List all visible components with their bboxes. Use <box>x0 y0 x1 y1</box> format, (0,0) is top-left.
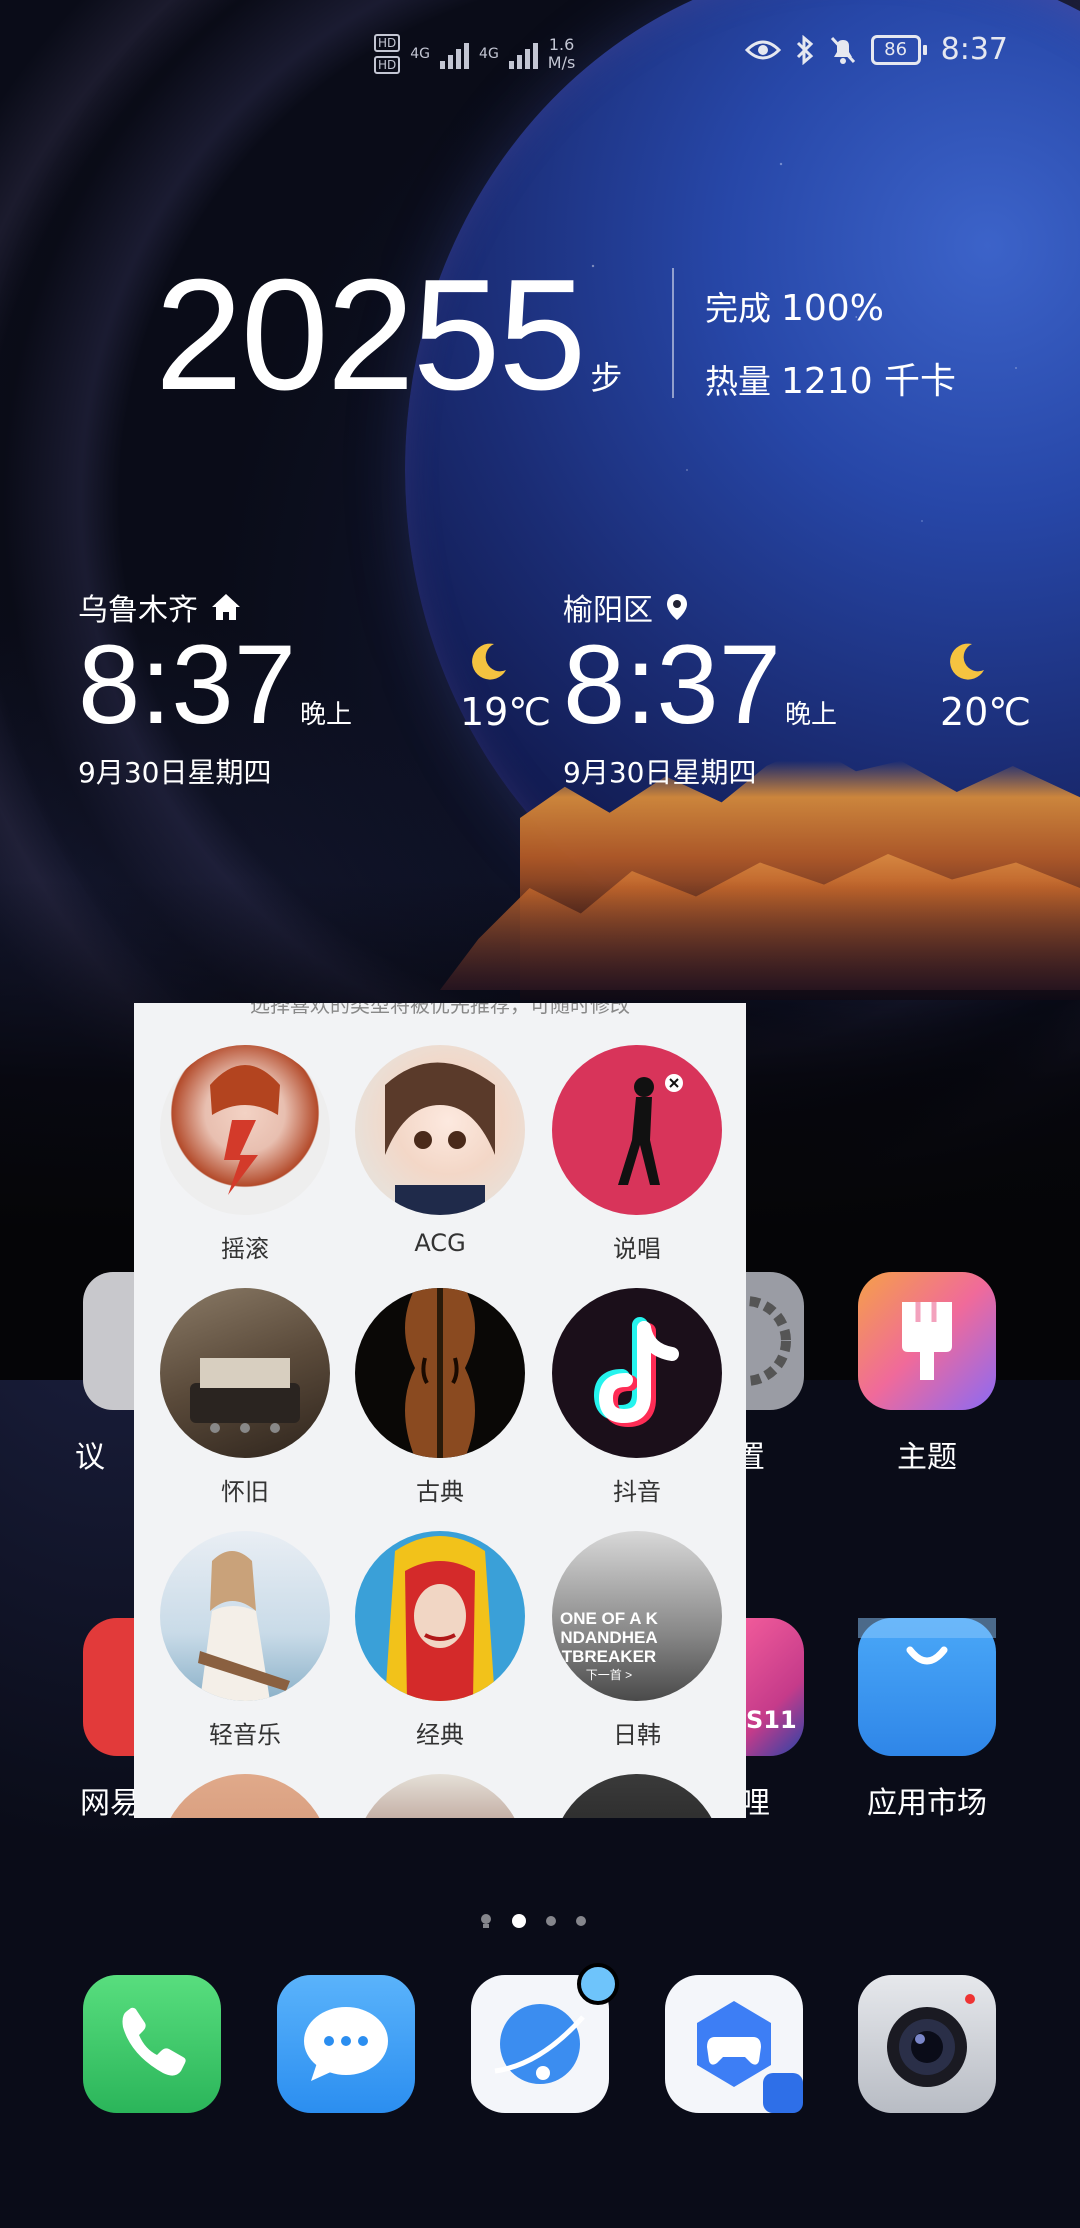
steps-unit: 步 <box>590 360 623 396</box>
genre-label: 轻音乐 <box>209 1721 281 1749</box>
app-market-label: 应用市场 <box>867 1786 987 1821</box>
hd-badge-2: HD <box>374 56 401 74</box>
theme-label: 主题 <box>897 1440 957 1475</box>
network-type-1: 4G <box>410 46 431 62</box>
clock-time: 8:37 <box>563 622 781 747</box>
genre-classical[interactable]: 古典 <box>355 1288 525 1507</box>
genre-label: 说唱 <box>613 1235 661 1263</box>
genre-classical-image <box>355 1288 525 1458</box>
bilibili-icon[interactable]: S11 <box>746 1618 804 1756</box>
clock-temperature: 20℃ <box>940 690 1032 734</box>
health-calories: 热量 1210 千卡 <box>705 352 956 404</box>
health-complete: 完成 100% <box>705 282 884 330</box>
genre-classic[interactable]: 经典 <box>355 1531 525 1750</box>
clock-temperature: 19℃ <box>460 690 552 734</box>
steps-widget[interactable]: 20255 步 <box>155 255 622 415</box>
status-indicators: 86 8:37 <box>744 32 1008 67</box>
genre-nostalgia-image <box>160 1288 330 1458</box>
complete-value: 100% <box>781 288 884 329</box>
clock-widget-local[interactable]: 榆阳区 8:37 晚上 9月30日星期四 <box>563 585 993 791</box>
health-divider <box>672 268 674 398</box>
douyin-icon <box>552 1288 722 1458</box>
signal-icon-2 <box>508 39 538 69</box>
app-folder-label: 议 <box>75 1440 105 1475</box>
steps-count: 20255 <box>155 247 586 423</box>
complete-label: 完成 <box>705 289 771 328</box>
genre-label: 古典 <box>416 1478 464 1506</box>
calories-label: 热量 <box>705 362 771 401</box>
status-bar: HD HD 4G 4G 1.6 M/s 86 8:37 <box>0 28 1080 88</box>
app-market-icon[interactable] <box>858 1618 996 1756</box>
genre-light-music[interactable]: 轻音乐 <box>160 1531 330 1750</box>
genre-label: 经典 <box>416 1721 464 1749</box>
browser-icon[interactable] <box>471 1963 619 2113</box>
genre-rock[interactable]: 摇滚 <box>160 1045 330 1264</box>
clock-date: 9月30日星期四 <box>78 756 272 789</box>
poster-line-2: NDANDHEA <box>560 1628 658 1647</box>
clock-date: 9月30日星期四 <box>563 756 757 789</box>
game-center-icon[interactable] <box>665 1975 803 2113</box>
battery-icon: 86 <box>870 34 927 65</box>
bilibili-badge: S11 <box>746 1706 797 1734</box>
genre-hint: 选择喜欢的类型将被优先推荐，可随时修改 <box>250 1003 630 1017</box>
genre-rap[interactable]: 说唱 <box>552 1045 722 1264</box>
genre-rock-image <box>160 1045 330 1215</box>
page-indicator <box>480 1913 586 1929</box>
network-type-2: 4G <box>479 46 499 62</box>
genre-jk-image: ONE OF A K NDANDHEA TBREAKER 下一首 > <box>552 1531 722 1701</box>
clock-ampm: 晚上 <box>784 700 837 730</box>
clock-time: 8:37 <box>78 622 296 747</box>
genre-label: 怀旧 <box>221 1478 269 1506</box>
genre-nostalgia[interactable]: 怀旧 <box>160 1288 330 1507</box>
settings-icon[interactable] <box>701 1272 804 1410</box>
network-speed: 1.6 M/s <box>548 36 576 72</box>
poster-line-4: 下一首 > <box>585 1668 633 1682</box>
message-icon[interactable] <box>277 1975 415 2113</box>
genre-label: 摇滚 <box>221 1235 269 1263</box>
genre-rap-image <box>552 1045 722 1215</box>
eye-comfort-icon <box>744 40 781 59</box>
moon-icon <box>950 643 984 680</box>
genre-label: ACG <box>414 1229 466 1257</box>
genre-light-music-image <box>160 1531 330 1701</box>
page-dot-active[interactable] <box>512 1914 526 1928</box>
poster-line-1: ONE OF A K <box>560 1609 658 1628</box>
genre-row4-item1[interactable] <box>160 1774 330 1818</box>
notification-dot <box>577 1963 619 2005</box>
page-dot[interactable] <box>546 1916 556 1926</box>
clock-ampm: 晚上 <box>299 700 352 730</box>
genre-picker-panel: 选择喜欢的类型将被优先推荐，可随时修改 摇滚 ACG 说唱 怀旧 古典 抖音 轻… <box>134 1003 746 1818</box>
location-pin-icon <box>667 594 687 620</box>
genre-row4-item3[interactable] <box>552 1774 722 1818</box>
genre-label: 日韩 <box>613 1721 661 1749</box>
signal-icon-1 <box>440 39 470 69</box>
poster-line-3: TBREAKER <box>561 1647 657 1666</box>
moon-icon <box>472 643 506 680</box>
mute-bell-icon <box>830 36 855 64</box>
camera-icon[interactable] <box>858 1975 996 2113</box>
status-network: HD HD 4G 4G 1.6 M/s <box>374 34 575 74</box>
genre-acg-image <box>355 1045 525 1215</box>
hd-badge-1: HD <box>374 34 401 52</box>
theme-icon[interactable] <box>858 1272 996 1410</box>
genre-jk[interactable]: ONE OF A K NDANDHEA TBREAKER 下一首 > 日韩 <box>552 1531 722 1750</box>
network-speed-value: 1.6 <box>548 35 575 54</box>
phone-icon[interactable] <box>83 1975 221 2113</box>
genre-acg[interactable]: ACG <box>355 1045 525 1257</box>
battery-level: 86 <box>870 34 921 65</box>
clock-widget-home[interactable]: 乌鲁木齐 8:37 晚上 9月30日星期四 <box>78 585 508 791</box>
status-time: 8:37 <box>940 32 1008 67</box>
home-icon <box>212 594 240 620</box>
hd-indicators: HD HD <box>374 34 401 74</box>
genre-classic-image <box>355 1531 525 1701</box>
genre-label: 抖音 <box>613 1478 661 1506</box>
genre-row4-item2[interactable] <box>355 1774 525 1818</box>
network-speed-unit: M/s <box>547 53 576 72</box>
bluetooth-icon <box>796 34 813 65</box>
genre-douyin[interactable]: 抖音 <box>552 1288 722 1507</box>
hint-bulb-icon <box>481 1914 491 1928</box>
calories-value: 1210 千卡 <box>781 361 957 402</box>
page-dot[interactable] <box>576 1916 586 1926</box>
